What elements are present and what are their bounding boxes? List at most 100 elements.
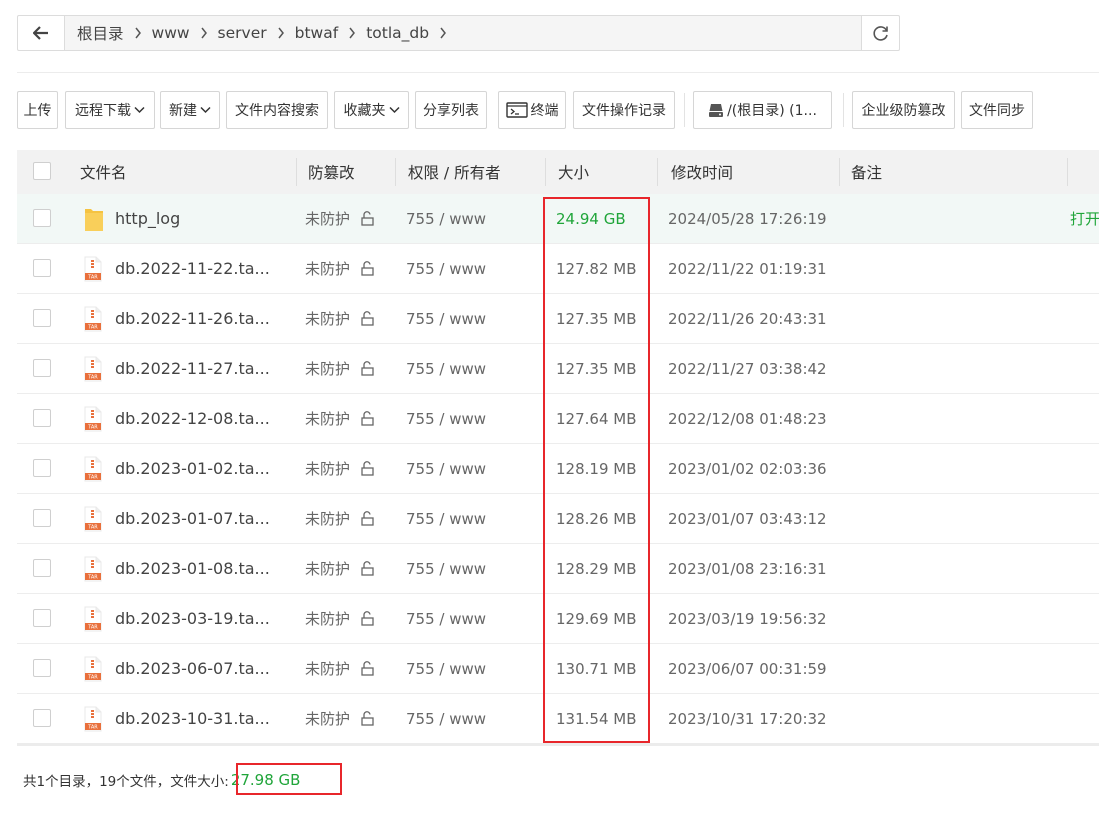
file-sync-button[interactable]: 文件同步 [961, 91, 1033, 129]
column-header-permission[interactable]: 权限 / 所有者 [408, 150, 501, 194]
permission-owner[interactable]: 755 / www [406, 444, 486, 493]
table-row[interactable]: TAR db.2023-03-19.ta... 未防护 755 / www 129.69… [17, 594, 1099, 644]
row-checkbox[interactable] [33, 609, 51, 627]
row-checkbox[interactable] [33, 559, 51, 577]
file-name[interactable]: db.2022-12-08.ta... [115, 394, 270, 443]
tamper-protection-button[interactable]: 企业级防篡改 [852, 91, 955, 129]
file-name[interactable]: db.2023-01-02.ta... [115, 444, 270, 493]
row-checkbox[interactable] [33, 259, 51, 277]
table-header: 文件名 防篡改 权限 / 所有者 大小 修改时间 备注 [17, 150, 1099, 194]
tamper-status[interactable]: 未防护 [305, 444, 375, 493]
permission-owner[interactable]: 755 / www [406, 694, 486, 743]
table-row[interactable]: TAR db.2022-11-27.ta... 未防护 755 / www 127.35… [17, 344, 1099, 394]
modified-time: 2023/03/19 19:56:32 [668, 609, 827, 628]
share-list-button[interactable]: 分享列表 [415, 91, 487, 129]
tamper-status-text: 未防护 [305, 210, 351, 228]
unlock-icon [359, 311, 375, 326]
back-button[interactable] [18, 16, 65, 50]
permission-owner[interactable]: 755 / www [406, 594, 486, 643]
unlock-icon [359, 611, 375, 626]
tamper-status[interactable]: 未防护 [305, 394, 375, 443]
file-name[interactable]: db.2023-01-08.ta... [115, 544, 270, 593]
table-row[interactable]: TAR db.2022-11-22.ta... 未防护 755 / www 127.82… [17, 244, 1099, 294]
table-row[interactable]: TAR db.2023-01-08.ta... 未防护 755 / www 128.29… [17, 544, 1099, 594]
content-search-button[interactable]: 文件内容搜索 [226, 91, 328, 129]
permission-owner[interactable]: 755 / www [406, 244, 486, 293]
tamper-status[interactable]: 未防护 [305, 644, 375, 693]
chevron-right-icon [271, 27, 291, 39]
table-row[interactable]: TAR db.2023-10-31.ta... 未防护 755 / www 131.54… [17, 694, 1099, 744]
breadcrumb-totla-db[interactable]: totla_db [362, 24, 433, 42]
unlock-icon [359, 661, 375, 676]
tamper-status[interactable]: 未防护 [305, 594, 375, 643]
file-name[interactable]: db.2023-06-07.ta... [115, 644, 270, 693]
file-name[interactable]: db.2022-11-22.ta... [115, 244, 270, 293]
file-name[interactable]: http_log [115, 194, 180, 243]
tamper-status[interactable]: 未防护 [305, 244, 375, 293]
column-header-modified[interactable]: 修改时间 [671, 150, 733, 194]
favorites-button[interactable]: 收藏夹 [334, 91, 409, 129]
permission-owner[interactable]: 755 / www [406, 494, 486, 543]
permission-owner[interactable]: 755 / www [406, 344, 486, 393]
tamper-status-text: 未防护 [305, 310, 351, 328]
permission-owner[interactable]: 755 / www [406, 544, 486, 593]
tar-file-icon: TAR [83, 294, 103, 343]
file-size: 127.64 MB [556, 409, 637, 428]
file-name[interactable]: db.2023-03-19.ta... [115, 594, 270, 643]
modified-time: 2024/05/28 17:26:19 [668, 209, 827, 228]
row-checkbox[interactable] [33, 459, 51, 477]
breadcrumb-btwaf[interactable]: btwaf [291, 24, 343, 42]
table-row[interactable]: http_log 未防护 755 / www 24.94 GB 2024/05/28 1… [17, 194, 1099, 244]
column-header-tamper[interactable]: 防篡改 [308, 150, 355, 194]
permission-owner[interactable]: 755 / www [406, 394, 486, 443]
table-row[interactable]: TAR db.2022-12-08.ta... 未防护 755 / www 127.64… [17, 394, 1099, 444]
breadcrumb-root[interactable]: 根目录 [73, 22, 128, 44]
row-checkbox[interactable] [33, 709, 51, 727]
row-checkbox[interactable] [33, 209, 51, 227]
table-row[interactable]: TAR db.2022-11-26.ta... 未防护 755 / www 127.35… [17, 294, 1099, 344]
file-size: 129.69 MB [556, 609, 637, 628]
column-header-size[interactable]: 大小 [558, 150, 589, 194]
tamper-status[interactable]: 未防护 [305, 194, 375, 243]
operation-log-button[interactable]: 文件操作记录 [573, 91, 675, 129]
row-checkbox[interactable] [33, 659, 51, 677]
file-name[interactable]: db.2022-11-27.ta... [115, 344, 270, 393]
permission-owner[interactable]: 755 / www [406, 194, 486, 243]
permission-owner[interactable]: 755 / www [406, 644, 486, 693]
tamper-status[interactable]: 未防护 [305, 694, 375, 743]
terminal-button[interactable]: 终端 [498, 91, 566, 129]
row-checkbox[interactable] [33, 359, 51, 377]
table-row[interactable]: TAR db.2023-01-02.ta... 未防护 755 / www 128.19… [17, 444, 1099, 494]
chevron-right-icon [342, 27, 362, 39]
column-header-name[interactable]: 文件名 [80, 150, 127, 194]
table-row[interactable]: TAR db.2023-06-07.ta... 未防护 755 / www 130.71… [17, 644, 1099, 694]
disk-button[interactable]: /(根目录) (1... [693, 91, 832, 129]
new-button[interactable]: 新建 [160, 91, 220, 129]
tamper-status[interactable]: 未防护 [305, 344, 375, 393]
svg-text:TAR: TAR [87, 524, 98, 530]
unlock-icon [359, 411, 375, 426]
file-name[interactable]: db.2023-01-07.ta... [115, 494, 270, 543]
row-checkbox[interactable] [33, 409, 51, 427]
unlock-icon [359, 461, 375, 476]
row-checkbox[interactable] [33, 309, 51, 327]
tamper-status-text: 未防护 [305, 410, 351, 428]
file-size[interactable]: 24.94 GB [556, 194, 626, 243]
row-checkbox[interactable] [33, 509, 51, 527]
select-all-checkbox[interactable] [33, 162, 51, 180]
tamper-status-text: 未防护 [305, 560, 351, 578]
remote-download-button[interactable]: 远程下载 [65, 91, 155, 129]
table-row[interactable]: TAR db.2023-01-07.ta... 未防护 755 / www 128.26… [17, 494, 1099, 544]
file-name[interactable]: db.2023-10-31.ta... [115, 694, 270, 743]
tamper-status[interactable]: 未防护 [305, 494, 375, 543]
tamper-status[interactable]: 未防护 [305, 294, 375, 343]
upload-button[interactable]: 上传 [17, 91, 58, 129]
file-name[interactable]: db.2022-11-26.ta... [115, 294, 270, 343]
open-action[interactable]: 打开 [1070, 194, 1099, 243]
tamper-status[interactable]: 未防护 [305, 544, 375, 593]
permission-owner[interactable]: 755 / www [406, 294, 486, 343]
breadcrumb-www[interactable]: www [148, 24, 194, 42]
tar-file-icon: TAR [83, 494, 103, 543]
breadcrumb-server[interactable]: server [214, 24, 271, 42]
refresh-button[interactable] [861, 16, 899, 50]
